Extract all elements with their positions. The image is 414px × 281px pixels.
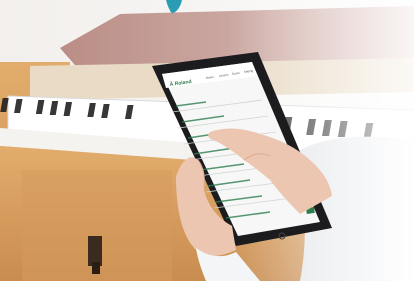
photo-scene: Ā Roland Home Lesson Score Setting [0,0,414,281]
scene-illustration: Ā Roland Home Lesson Score Setting [0,0,414,281]
